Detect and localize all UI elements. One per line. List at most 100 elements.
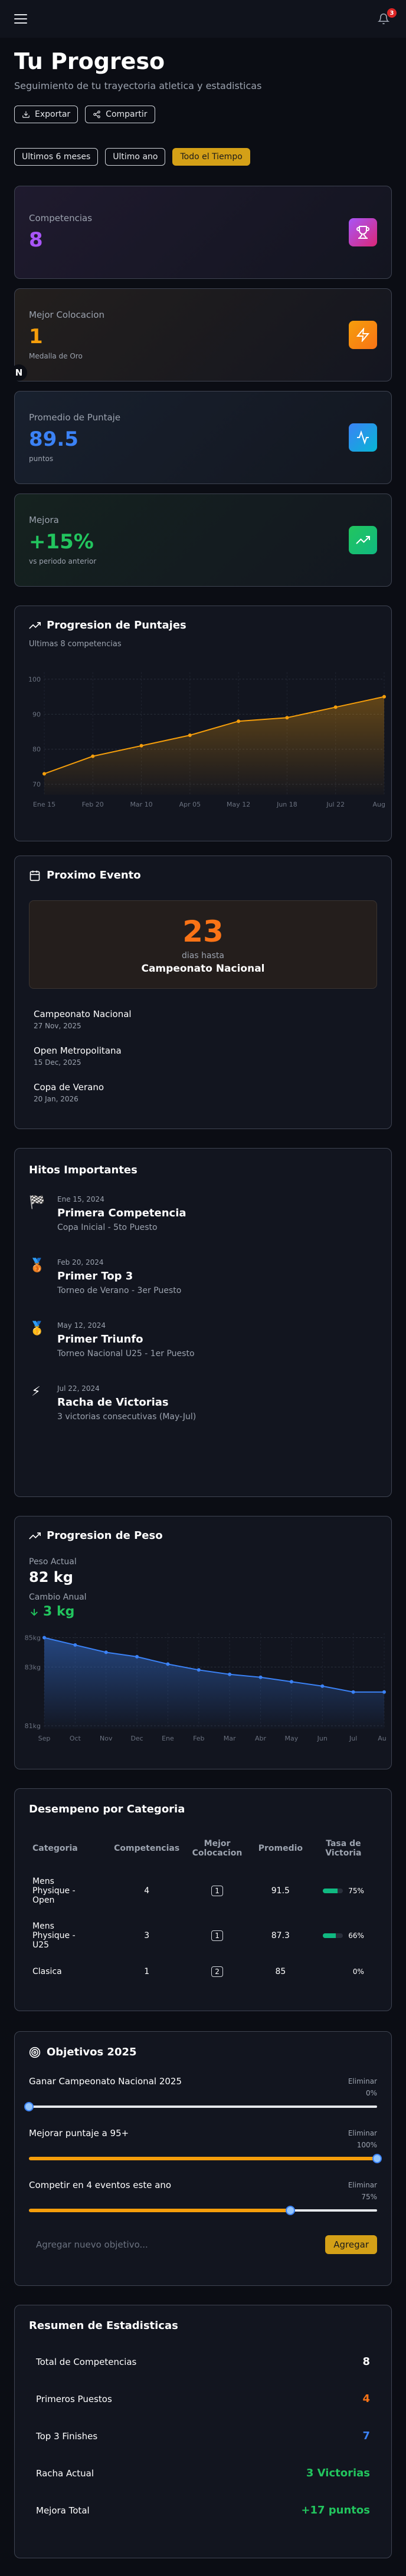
notifications-button[interactable]: 3 bbox=[375, 8, 397, 27]
goal-item: Mejorar puntaje a 95+ Eliminar 100% bbox=[29, 2128, 382, 2166]
event-name: Copa de Verano bbox=[34, 1082, 104, 1093]
share-button[interactable]: Compartir bbox=[85, 106, 155, 123]
milestone-desc: Copa Inicial - 5to Puesto bbox=[57, 1223, 158, 1232]
event-list-item[interactable]: Copa de Verano 20 Jan, 2026 bbox=[34, 1082, 377, 1103]
x-tick-label: May bbox=[285, 1735, 299, 1742]
weight-change-label: Cambio Anual bbox=[29, 1593, 87, 1602]
goal-slider-handle[interactable] bbox=[24, 2102, 34, 2111]
medal-gold-icon: 🥇 bbox=[29, 1321, 45, 1336]
data-point bbox=[285, 716, 289, 720]
event-date: 27 Nov, 2025 bbox=[34, 1022, 81, 1030]
weight-change-value: 3 kg bbox=[43, 1604, 75, 1619]
floating-marker[interactable]: N bbox=[11, 364, 27, 381]
top-bar: 3 bbox=[0, 0, 406, 38]
activity-icon bbox=[349, 423, 377, 452]
x-tick-label: Feb bbox=[193, 1735, 204, 1742]
export-label: Exportar bbox=[35, 110, 71, 119]
filter-last-year[interactable]: Ultimo ano bbox=[105, 148, 166, 166]
trophy-icon bbox=[349, 218, 377, 246]
data-point bbox=[166, 1662, 170, 1666]
data-point bbox=[73, 1643, 77, 1647]
summary-row: Racha Actual 3 Victorias bbox=[29, 2467, 377, 2479]
weight-change: 3 kg bbox=[29, 1604, 377, 1619]
win-rate-label: 0% bbox=[352, 1968, 364, 1976]
goal-text: Competir en 4 eventos este ano bbox=[29, 2180, 172, 2190]
x-tick-label: Jul 22 bbox=[326, 801, 345, 808]
goal-slider-handle[interactable] bbox=[285, 2206, 295, 2215]
new-goal-input[interactable] bbox=[29, 2239, 289, 2250]
stat-sub: Medalla de Oro bbox=[29, 352, 83, 360]
export-button[interactable]: Exportar bbox=[14, 106, 78, 123]
stat-card-competitions: Competencias 8 bbox=[14, 186, 392, 279]
col-header: Tasa de Victoria bbox=[325, 1839, 362, 1858]
trending-up-icon bbox=[29, 621, 41, 629]
goal-slider[interactable] bbox=[29, 2151, 382, 2166]
y-tick-label: 85kg bbox=[25, 1634, 41, 1641]
weight-card: Progresion de Peso Peso Actual 82 kg Cam… bbox=[14, 1516, 392, 1769]
event-name: Open Metropolitana bbox=[34, 1045, 122, 1056]
table-header-row: Categoria Competencias Mejor Colocacion … bbox=[29, 1839, 377, 1868]
goal-slider[interactable] bbox=[29, 2203, 377, 2218]
milestone-date: Jul 22, 2024 bbox=[57, 1384, 100, 1393]
col-header: Competencias bbox=[114, 1844, 180, 1853]
x-tick-label: Feb 20 bbox=[82, 801, 104, 808]
remove-goal-button[interactable]: Eliminar bbox=[348, 2077, 377, 2085]
stat-label: Mejora bbox=[29, 515, 59, 525]
cell-competitions: 3 bbox=[144, 1931, 150, 1940]
remove-goal-button[interactable]: Eliminar bbox=[348, 2129, 377, 2137]
data-point bbox=[237, 719, 241, 723]
data-point bbox=[104, 1650, 108, 1654]
stat-value: +15% bbox=[29, 530, 94, 554]
score-chart-card: Progresion de Puntajes Ultimas 8 compete… bbox=[14, 606, 392, 841]
goal-percent: 100% bbox=[356, 2141, 377, 2149]
cell-category: Mens Physique - U25 bbox=[32, 1922, 76, 1950]
arrow-down-icon bbox=[31, 1608, 38, 1616]
notification-badge: 3 bbox=[387, 8, 397, 18]
filter-all-time[interactable]: Todo el Tiempo bbox=[172, 148, 250, 166]
x-tick-label: Oct bbox=[70, 1735, 81, 1742]
x-tick-label: Jun bbox=[317, 1735, 328, 1742]
summary-row: Top 3 Finishes 7 bbox=[29, 2430, 377, 2442]
data-point bbox=[320, 1684, 325, 1688]
goal-text: Ganar Campeonato Nacional 2025 bbox=[29, 2076, 182, 2087]
filter-6-months[interactable]: Ultimos 6 meses bbox=[14, 148, 99, 166]
summary-label: Primeros Puestos bbox=[36, 2393, 112, 2404]
medal-bronze-icon: 🥉 bbox=[29, 1258, 45, 1273]
table-row: Mens Physique - Open 4 1 91.5 75% bbox=[29, 1868, 377, 1913]
summary-title: Resumen de Estadisticas bbox=[29, 2320, 178, 2332]
performance-title: Desempeno por Categoria bbox=[29, 1803, 185, 1815]
trending-up-icon bbox=[349, 526, 377, 554]
stat-sub: puntos bbox=[29, 455, 54, 463]
event-list-item[interactable]: Campeonato Nacional 27 Nov, 2025 bbox=[34, 1009, 377, 1030]
milestone-name: Racha de Victorias bbox=[57, 1396, 169, 1409]
summary-value: 4 bbox=[362, 2393, 370, 2405]
menu-icon[interactable] bbox=[14, 14, 27, 24]
goal-slider-handle[interactable] bbox=[372, 2154, 382, 2163]
data-point bbox=[42, 772, 46, 776]
x-tick-label: Aug bbox=[378, 1735, 387, 1742]
calendar-icon bbox=[30, 870, 40, 881]
event-list-item[interactable]: Open Metropolitana 15 Dec, 2025 bbox=[34, 1045, 377, 1067]
goal-item: Competir en 4 eventos este ano Eliminar … bbox=[29, 2180, 377, 2218]
weight-title-text: Progresion de Peso bbox=[47, 1529, 163, 1542]
x-tick-label: Abr bbox=[255, 1735, 267, 1742]
data-point bbox=[135, 1654, 139, 1659]
x-tick-label: Ene bbox=[162, 1735, 174, 1742]
add-goal-button[interactable]: Agregar bbox=[325, 2235, 377, 2254]
remove-goal-button[interactable]: Eliminar bbox=[348, 2181, 377, 2189]
milestone-date: May 12, 2024 bbox=[57, 1321, 106, 1330]
data-point bbox=[42, 1636, 46, 1640]
cell-average: 87.3 bbox=[271, 1931, 290, 1940]
data-point bbox=[197, 1668, 201, 1672]
share-icon bbox=[93, 110, 101, 119]
win-rate-track bbox=[322, 1933, 343, 1938]
milestone-item: 🥉 Feb 20, 2024 Primer Top 3 Torneo de Ve… bbox=[29, 1258, 377, 1295]
stat-label: Competencias bbox=[29, 213, 93, 223]
milestones-title: Hitos Importantes bbox=[29, 1164, 137, 1176]
x-tick-label: Jun 18 bbox=[276, 801, 297, 808]
x-tick-label: Aug 29 bbox=[373, 801, 387, 808]
score-chart-title: Progresion de Puntajes bbox=[29, 619, 377, 631]
goals-title-text: Objetivos 2025 bbox=[47, 2046, 137, 2058]
goal-slider[interactable] bbox=[24, 2100, 377, 2114]
cell-category: Clasica bbox=[32, 1967, 62, 1976]
